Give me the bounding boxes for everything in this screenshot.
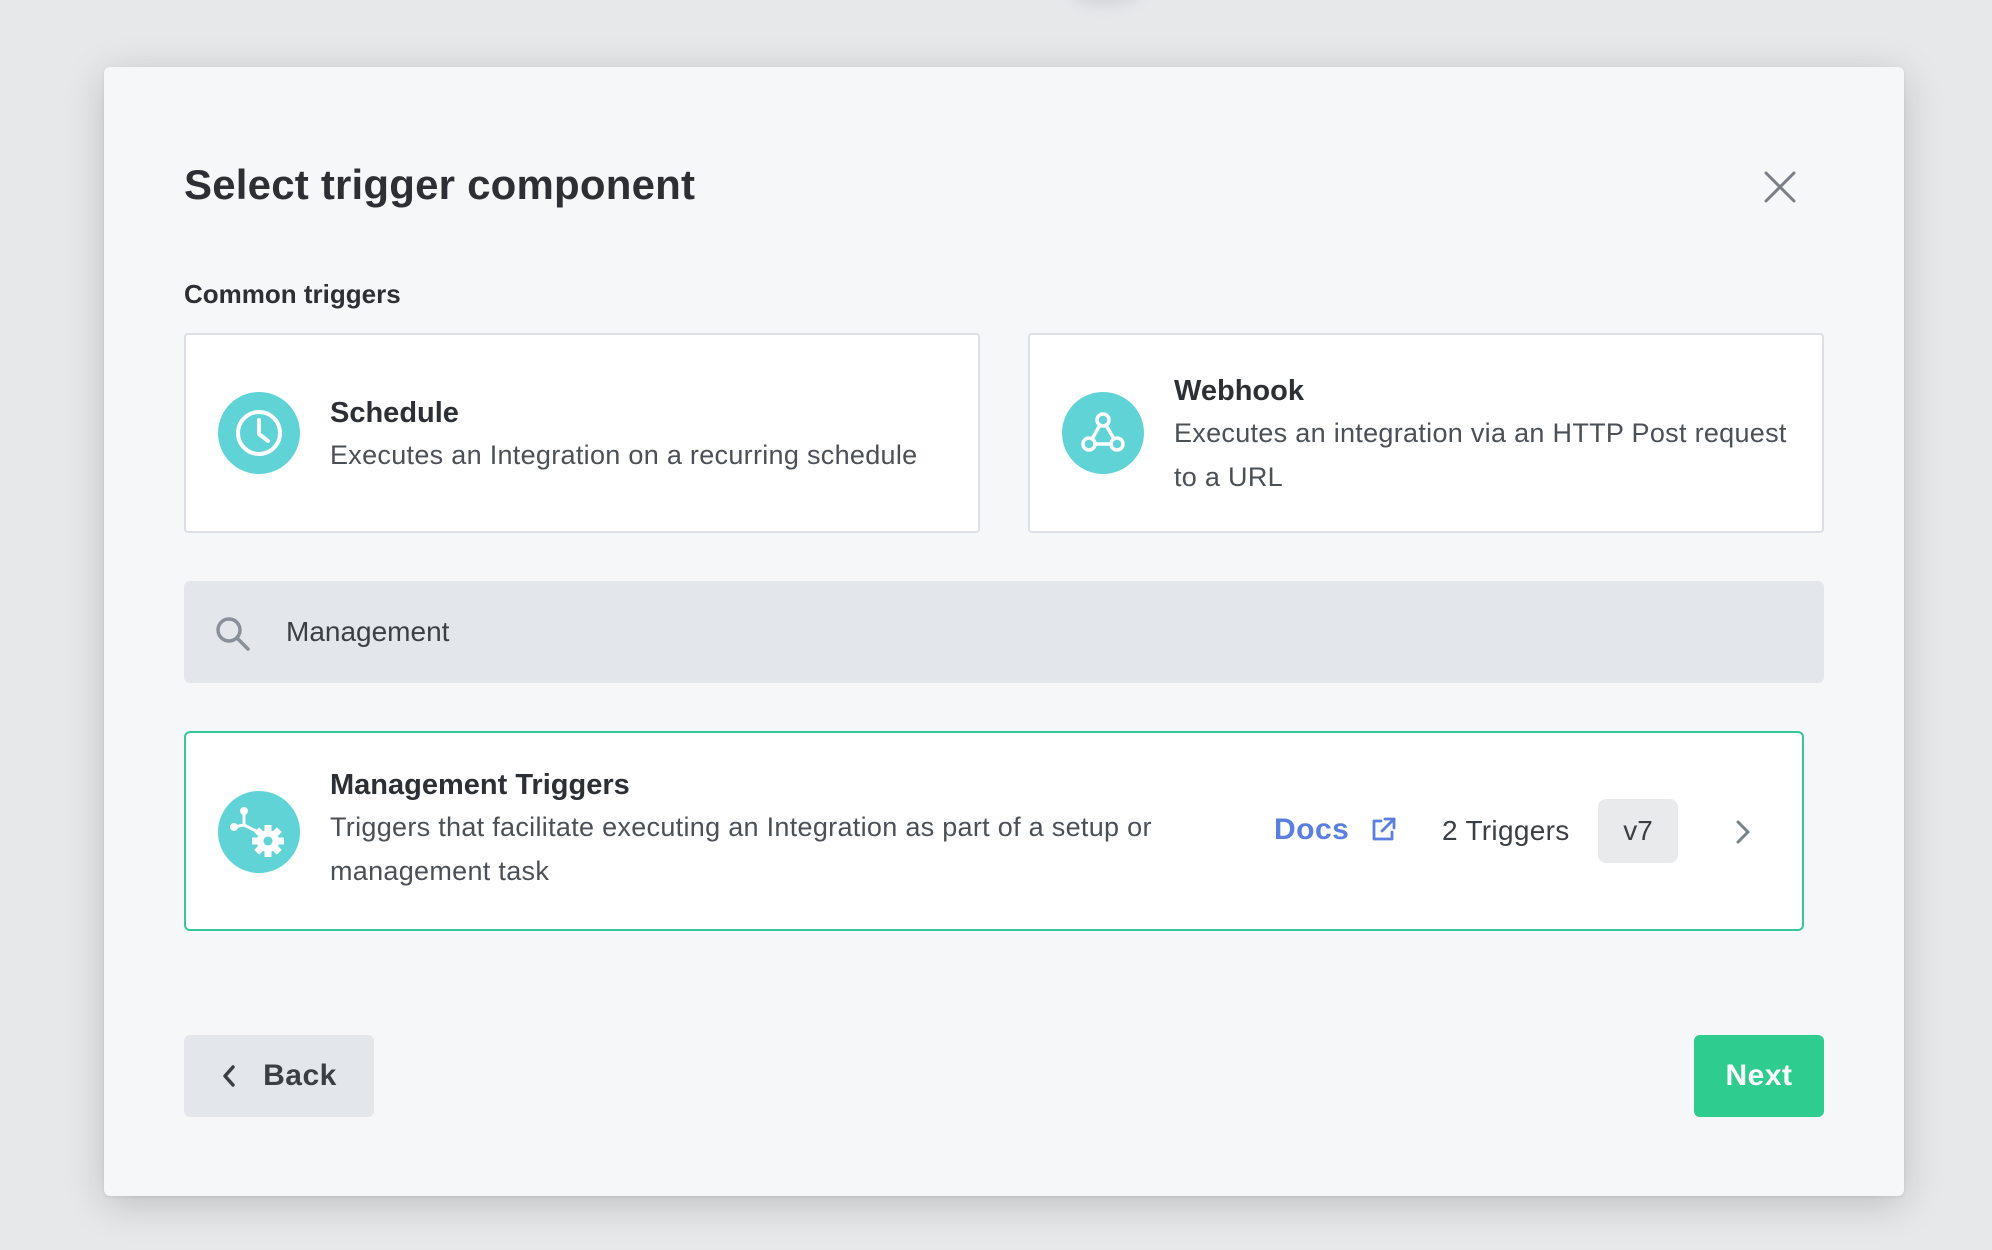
external-link-icon <box>1372 817 1396 841</box>
search-icon <box>216 617 250 651</box>
schedule-description: Executes an Integration on a recurring s… <box>330 440 918 470</box>
next-button[interactable]: Next <box>1694 1035 1824 1117</box>
clock-icon <box>218 392 300 474</box>
docs-link[interactable]: Docs <box>1274 813 1397 847</box>
management-triggers-title: Management Triggers <box>330 769 630 801</box>
schedule-title: Schedule <box>330 397 459 429</box>
webhook-icon <box>1062 392 1144 474</box>
background-shadow <box>1070 0 1140 6</box>
modal-title: Select trigger component <box>184 161 696 208</box>
webhook-title: Webhook <box>1174 375 1304 407</box>
trigger-select-modal: Select trigger component Common triggers… <box>104 67 1904 1196</box>
close-button[interactable] <box>1758 165 1802 209</box>
back-label: Back <box>263 1059 337 1092</box>
chevron-right-icon[interactable] <box>1732 819 1754 845</box>
management-triggers-description: Triggers that facilitate executing an In… <box>330 812 1152 886</box>
schedule-trigger-card[interactable]: Schedule Executes an Integration on a re… <box>184 333 980 533</box>
chevron-left-icon <box>223 1065 235 1087</box>
webhook-trigger-card[interactable]: Webhook Executes an integration via an H… <box>1028 333 1824 533</box>
docs-label: Docs <box>1274 813 1350 846</box>
back-button[interactable]: Back <box>184 1035 374 1117</box>
search-input[interactable] <box>286 581 1786 683</box>
version-badge: v7 <box>1598 799 1678 863</box>
trigger-count: 2 Triggers <box>1442 815 1570 846</box>
common-triggers-label: Common triggers <box>184 279 401 309</box>
webhook-description: Executes an integration via an HTTP Post… <box>1174 418 1787 492</box>
search-bar[interactable] <box>184 581 1824 683</box>
close-icon <box>1764 171 1796 203</box>
management-triggers-card[interactable]: Management Triggers Triggers that facili… <box>184 731 1804 931</box>
management-gear-icon <box>218 791 300 873</box>
